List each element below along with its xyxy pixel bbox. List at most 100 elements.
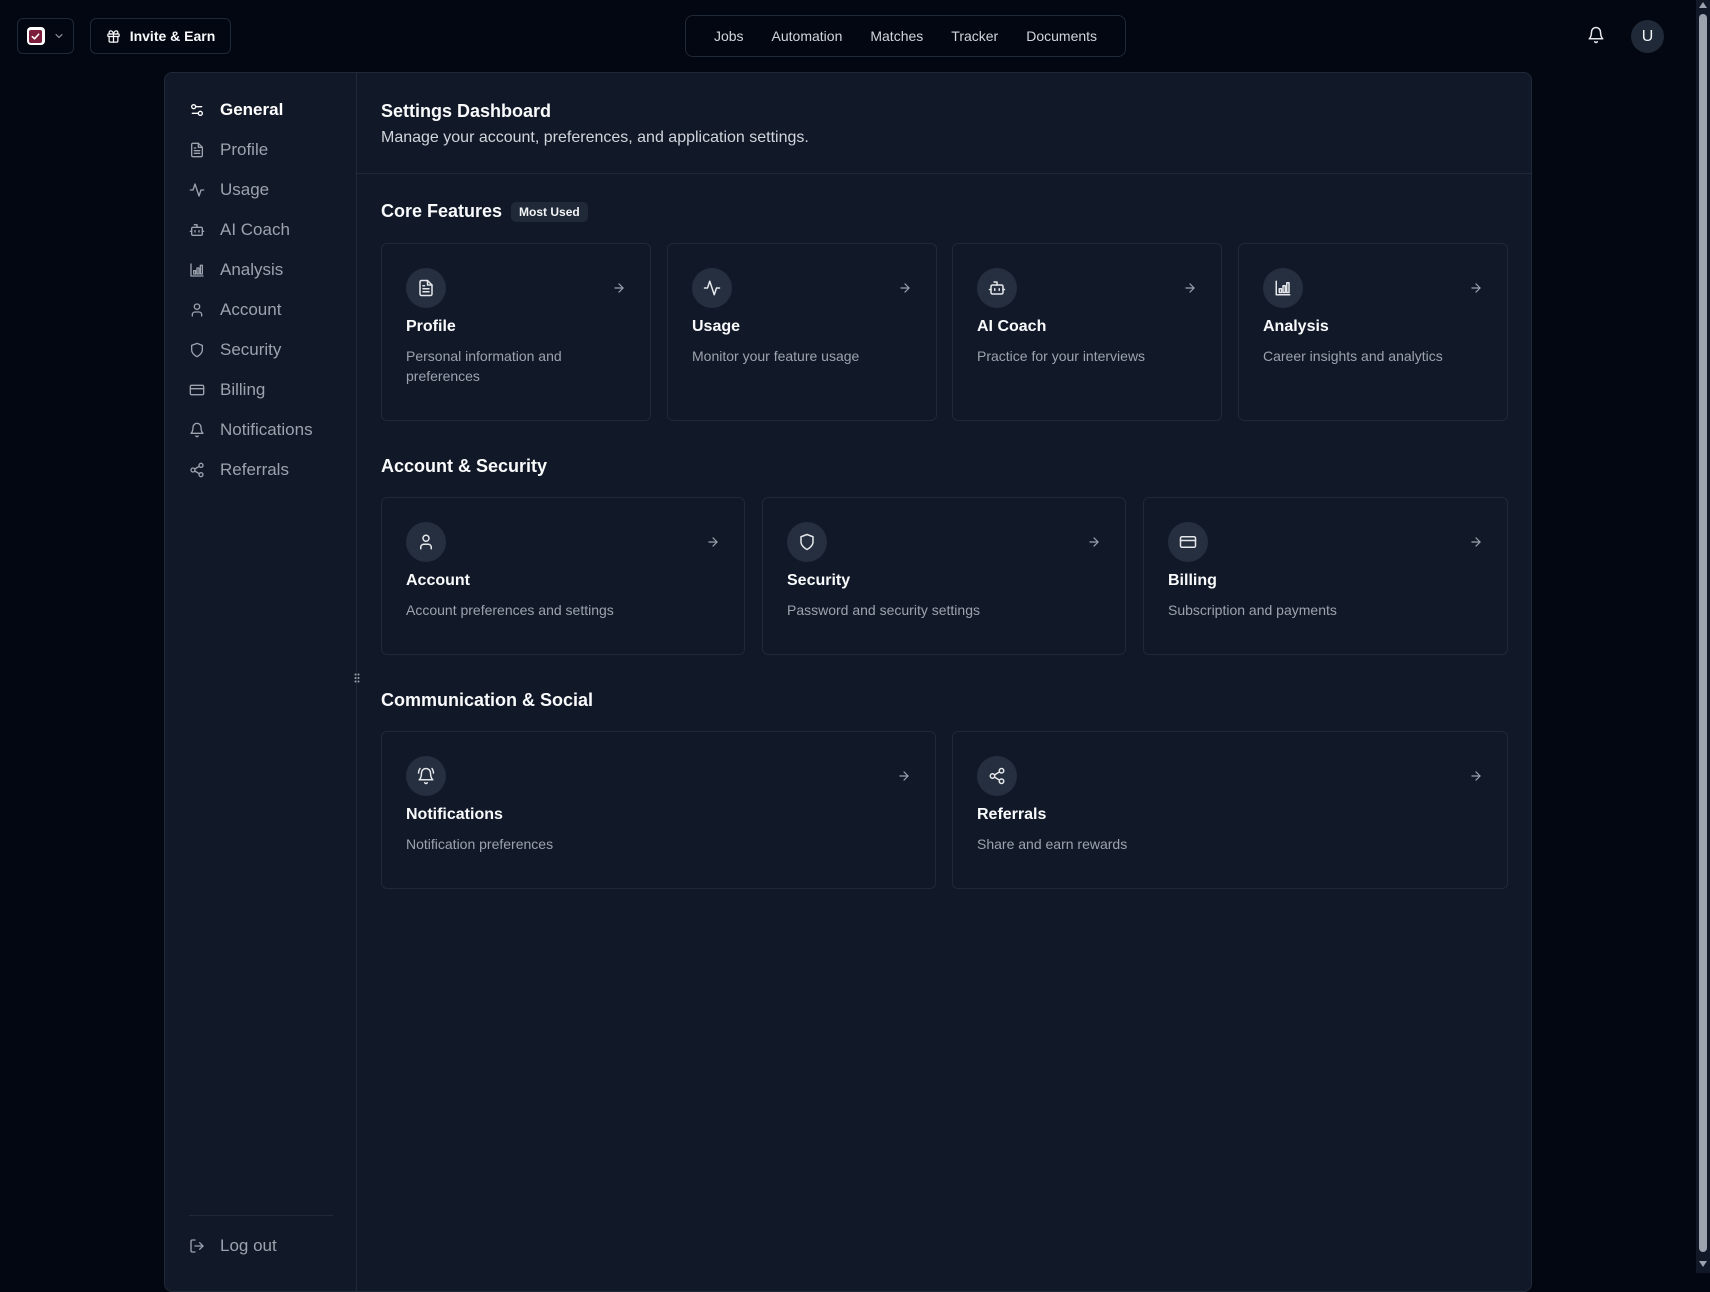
bell-ring-icon xyxy=(406,756,446,796)
card-description: Account preferences and settings xyxy=(406,602,614,618)
most-used-badge: Most Used xyxy=(511,201,588,222)
card-title: Account xyxy=(406,572,470,589)
sidebar-item-analysis[interactable]: Analysis xyxy=(189,253,339,287)
activity-icon xyxy=(692,268,732,308)
sidebar-item-label: Account xyxy=(220,300,282,319)
section-title: Account & Security xyxy=(381,456,548,476)
card-profile[interactable]: Profile Personal information and prefere… xyxy=(381,243,651,421)
card-title: Referrals xyxy=(977,806,1047,823)
sidebar-item-security[interactable]: Security xyxy=(189,333,339,367)
arrow-right-icon xyxy=(614,283,624,293)
sidebar-item-usage[interactable]: Usage xyxy=(189,173,339,207)
arrow-right-icon xyxy=(708,537,718,547)
sidebar-item-label: Usage xyxy=(220,180,270,199)
scrollbar-thumb[interactable] xyxy=(1699,14,1707,1252)
sidebar-item-profile[interactable]: Profile xyxy=(189,133,339,167)
sidebar-item-label: Profile xyxy=(220,140,269,159)
card-billing[interactable]: Billing Subscription and payments xyxy=(1143,497,1508,655)
card-referrals[interactable]: Referrals Share and earn rewards xyxy=(952,731,1508,889)
sidebar-item-label: Billing xyxy=(220,380,266,399)
arrow-right-icon xyxy=(1471,283,1481,293)
chevron-down-icon xyxy=(55,34,62,39)
arrow-right-icon xyxy=(1471,771,1481,781)
settings-sidebar: General Profile Usage AI Coach Analysis … xyxy=(165,73,357,1291)
sidebar-item-label: General xyxy=(220,100,284,119)
sidebar-item-label: AI Coach xyxy=(220,220,290,239)
card-description: Notification preferences xyxy=(406,836,554,852)
card-analysis[interactable]: Analysis Career insights and analytics xyxy=(1238,243,1508,421)
nav-tracker[interactable]: Tracker xyxy=(937,28,1012,44)
invite-earn-button[interactable]: Invite & Earn xyxy=(90,18,231,54)
nav-automation[interactable]: Automation xyxy=(758,28,857,44)
sidebar-item-general[interactable]: General xyxy=(189,93,339,127)
sidebar-item-label: Security xyxy=(220,340,282,359)
page-subtitle: Manage your account, preferences, and ap… xyxy=(381,129,809,146)
credit-card-icon xyxy=(1168,522,1208,562)
workspace-switcher-button[interactable] xyxy=(17,18,74,54)
scroll-down-icon[interactable] xyxy=(1699,1261,1707,1267)
bot-icon xyxy=(977,268,1017,308)
card-title: Billing xyxy=(1168,572,1217,589)
arrow-right-icon xyxy=(1185,283,1195,293)
main-nav: Jobs Automation Matches Tracker Document… xyxy=(685,15,1126,57)
user-avatar[interactable]: U xyxy=(1631,20,1664,53)
logout-button[interactable]: Log out xyxy=(189,1229,339,1263)
user-icon xyxy=(191,303,203,317)
check-square-icon xyxy=(26,27,45,45)
section-title: Core Features xyxy=(381,201,503,221)
sidebar-item-referrals[interactable]: Referrals xyxy=(189,453,339,487)
scroll-up-icon[interactable] xyxy=(1699,2,1707,8)
sidebar-item-label: Referrals xyxy=(220,460,289,479)
card-usage[interactable]: Usage Monitor your feature usage xyxy=(667,243,937,421)
shield-icon xyxy=(191,342,203,358)
invite-earn-label: Invite & Earn xyxy=(129,28,216,44)
bell-icon xyxy=(190,422,204,438)
nav-matches[interactable]: Matches xyxy=(856,28,937,44)
share-icon xyxy=(190,462,204,478)
card-description: Career insights and analytics xyxy=(1263,348,1443,364)
section-title: Communication & Social xyxy=(381,690,594,710)
nav-jobs[interactable]: Jobs xyxy=(700,28,758,44)
sidebar-item-notifications[interactable]: Notifications xyxy=(189,413,339,447)
arrow-right-icon xyxy=(1471,537,1481,547)
sidebar-item-account[interactable]: Account xyxy=(189,293,339,327)
card-description: Monitor your feature usage xyxy=(692,348,860,364)
nav-documents[interactable]: Documents xyxy=(1012,28,1111,44)
sidebar-divider xyxy=(189,1215,333,1216)
settings-main: Settings Dashboard Manage your account, … xyxy=(357,73,1531,1291)
card-title: Analysis xyxy=(1263,318,1329,335)
section-communication-social: Communication & Social xyxy=(381,690,593,711)
notifications-bell-icon[interactable] xyxy=(1587,26,1607,46)
credit-card-icon xyxy=(189,384,205,396)
gift-icon xyxy=(106,29,120,43)
bar-chart-icon xyxy=(190,263,204,277)
shield-icon xyxy=(787,522,827,562)
card-description: Practice for your interviews xyxy=(977,348,1146,364)
card-description: Personal information and preferences xyxy=(406,348,562,384)
sidebar-item-ai-coach[interactable]: AI Coach xyxy=(189,213,339,247)
share-icon xyxy=(977,756,1017,796)
bot-icon xyxy=(189,224,205,236)
card-description: Subscription and payments xyxy=(1168,602,1337,618)
sidebar-item-billing[interactable]: Billing xyxy=(189,373,339,407)
page-title: Settings Dashboard xyxy=(381,101,552,121)
log-out-icon xyxy=(190,1239,204,1253)
card-title: Notifications xyxy=(406,806,503,823)
section-core-features: Core Features Most Used xyxy=(381,201,588,222)
section-account-security: Account & Security xyxy=(381,456,547,477)
arrow-right-icon xyxy=(1089,537,1099,547)
card-title: Security xyxy=(787,572,851,589)
card-ai-coach[interactable]: AI Coach Practice for your interviews xyxy=(952,243,1222,421)
file-text-icon xyxy=(406,268,446,308)
bar-chart-icon xyxy=(1263,268,1303,308)
settings-panel: General Profile Usage AI Coach Analysis … xyxy=(164,72,1532,1292)
card-notifications[interactable]: Notifications Notification preferences xyxy=(381,731,936,889)
card-title: Profile xyxy=(406,318,456,335)
arrow-right-icon xyxy=(899,771,909,781)
card-account[interactable]: Account Account preferences and settings xyxy=(381,497,745,655)
card-security[interactable]: Security Password and security settings xyxy=(762,497,1126,655)
page-scrollbar[interactable] xyxy=(1696,0,1710,1273)
logout-label: Log out xyxy=(220,1236,277,1255)
card-description: Share and earn rewards xyxy=(977,836,1128,852)
sidebar-item-label: Notifications xyxy=(220,420,313,439)
